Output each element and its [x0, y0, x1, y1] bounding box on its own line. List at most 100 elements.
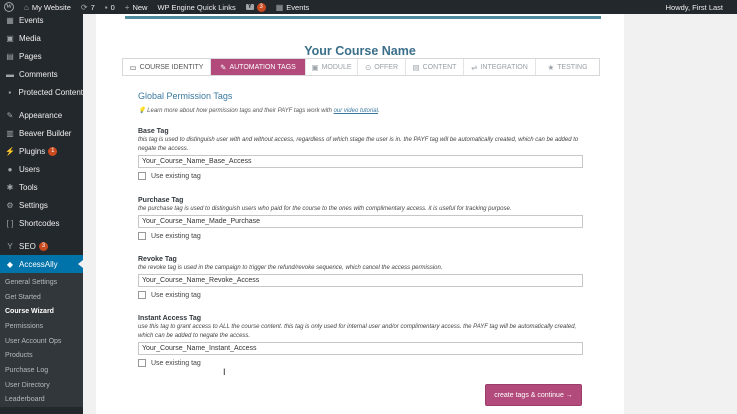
submenu-item-user-directory[interactable]: User Directory: [0, 378, 83, 393]
tab-offer[interactable]: ⊙ OFFER: [358, 59, 406, 75]
use-existing-tag-row: Use existing tag: [138, 291, 583, 299]
yoast-notification-badge: 3: [256, 2, 266, 12]
user-account-menu[interactable]: Howdy, First Last: [666, 3, 723, 12]
content-icon: ▤: [412, 62, 420, 72]
sidebar-item-appearance[interactable]: ✎ Appearance: [0, 106, 83, 124]
field-label: Revoke Tag: [138, 256, 177, 263]
users-icon: ●: [7, 164, 13, 174]
tab-content[interactable]: ▤ CONTENT: [406, 59, 464, 75]
yoast-seo-link[interactable]: Y3: [245, 2, 266, 12]
wpengine-quick-links[interactable]: WP Engine Quick Links: [157, 3, 235, 12]
course-wizard-panel: Your Course Name ▭ COURSE IDENTITY ✎ AUTOM…: [96, 14, 624, 414]
shortcode-icon: [ ]: [6, 218, 14, 228]
instant-access-tag-input[interactable]: Your_Course_Name_Instant_Access: [138, 342, 583, 355]
lock-icon: ▪: [8, 87, 12, 97]
comments-link[interactable]: ▪ 0: [105, 3, 115, 12]
sidebar-item-events[interactable]: ▦ Events: [0, 14, 83, 29]
field-label: Instant Access Tag: [138, 315, 202, 322]
field-description: the revoke tag is used in the campaign t…: [138, 265, 443, 271]
seo-notification-badge: 3: [38, 241, 48, 251]
submenu-item-permissions[interactable]: Permissions: [0, 319, 83, 334]
sidebar-item-tools[interactable]: ✱ Tools: [0, 178, 83, 196]
tab-module[interactable]: ▣ MODULE: [306, 59, 358, 75]
tab-course-identity[interactable]: ▭ COURSE IDENTITY: [123, 59, 211, 75]
submenu-item-get-started[interactable]: Get Started: [0, 290, 83, 305]
comment-icon: ▪: [104, 2, 108, 12]
use-existing-tag-row: Use existing tag: [138, 172, 583, 180]
use-existing-tag-checkbox[interactable]: [138, 291, 146, 299]
calendar-icon: ▦: [6, 15, 14, 25]
admin-sidebar: ▦ Events ▣ Media ▤ Pages ▬ Comments ▪ Protect…: [0, 14, 83, 414]
yoast-icon: Y: [7, 241, 13, 251]
accessally-submenu: General Settings Get Started Course Wiza…: [0, 273, 83, 408]
sidebar-item-comments[interactable]: ▬ Comments: [0, 65, 83, 83]
use-existing-tag-row: Use existing tag: [138, 232, 583, 240]
sidebar-item-accessally[interactable]: ◆ AccessAlly: [0, 255, 83, 273]
accessally-icon: ◆: [6, 259, 14, 269]
sidebar-item-protected-content[interactable]: ▪ Protected Content: [0, 83, 83, 101]
wizard-tabs: ▭ COURSE IDENTITY ✎ AUTOMATION TAGS ▣ MODUL…: [122, 58, 600, 76]
home-icon: ⌂: [24, 2, 29, 12]
field-description: this tag is used to distinguish user wit…: [138, 137, 579, 152]
base-tag-field: Base Tag this tag is used to distinguish…: [138, 128, 583, 180]
revoke-tag-field: Revoke Tag the revoke tag is used in the…: [138, 256, 583, 299]
panel-top-border: [125, 16, 601, 19]
tab-automation-tags[interactable]: ✎ AUTOMATION TAGS: [211, 59, 306, 75]
submenu-item-general-settings[interactable]: General Settings: [0, 275, 83, 290]
sidebar-item-media[interactable]: ▣ Media: [0, 29, 83, 47]
sidebar-item-settings[interactable]: ⚙ Settings: [0, 196, 83, 214]
site-name-link[interactable]: ⌂ My Website: [24, 3, 71, 12]
comments-icon: ▬: [6, 69, 14, 79]
admin-bar: W ⌂ My Website ⟳ 7 ▪ 0 + New WP Engine Quick…: [0, 0, 737, 14]
monitor-icon: ▭: [129, 62, 137, 72]
base-tag-input[interactable]: Your_Course_Name_Base_Access: [138, 155, 583, 168]
submenu-item-products[interactable]: Products: [0, 348, 83, 363]
submenu-item-user-account-ops[interactable]: User Account Ops: [0, 334, 83, 349]
field-label: Purchase Tag: [138, 197, 184, 204]
plugin-icon: ⚡: [5, 146, 15, 156]
tag-icon: ✎: [220, 62, 227, 72]
video-tutorial-link[interactable]: our video tutorial: [334, 108, 378, 114]
layout-icon: ▥: [6, 128, 14, 138]
use-existing-tag-checkbox[interactable]: [138, 359, 146, 367]
settings-icon: ⚙: [6, 200, 14, 210]
events-link[interactable]: ▦ Events: [276, 3, 310, 12]
new-content-link[interactable]: + New: [125, 3, 148, 12]
use-existing-tag-row: Use existing tag: [138, 359, 583, 367]
sidebar-item-beaver-builder[interactable]: ▥ Beaver Builder: [0, 124, 83, 142]
instant-access-tag-field: Instant Access Tag use this tag to grant…: [138, 315, 583, 367]
pages-icon: ▤: [6, 51, 14, 61]
purchase-tag-input[interactable]: Your_Course_Name_Made_Purchase: [138, 215, 583, 228]
submenu-item-course-wizard[interactable]: Course Wizard: [0, 304, 83, 319]
submenu-item-purchase-log[interactable]: Purchase Log: [0, 363, 83, 378]
refresh-icon: ⟳: [80, 2, 88, 12]
page-title: Your Course Name: [304, 44, 416, 58]
media-icon: ▣: [6, 33, 14, 43]
purchase-tag-field: Purchase Tag the purchase tag is used to…: [138, 197, 583, 240]
sidebar-item-shortcodes[interactable]: [ ] Shortcodes: [0, 214, 83, 232]
yoast-icon: Y: [245, 4, 254, 10]
create-tags-continue-button[interactable]: create tags & continue →: [485, 384, 582, 406]
section-title: Global Permission Tags: [138, 91, 233, 101]
sidebar-item-pages[interactable]: ▤ Pages: [0, 47, 83, 65]
wordpress-logo-icon[interactable]: W: [4, 2, 14, 12]
tab-testing[interactable]: ★ TESTING: [536, 59, 599, 75]
submenu-item-leaderboard[interactable]: Leaderboard: [0, 393, 83, 408]
sidebar-item-users[interactable]: ● Users: [0, 160, 83, 178]
lightbulb-icon: 💡: [138, 108, 146, 114]
info-note: 💡 Learn more about how permission tags a…: [138, 108, 380, 114]
field-label: Base Tag: [138, 128, 169, 135]
use-existing-tag-checkbox[interactable]: [138, 232, 146, 240]
revoke-tag-input[interactable]: Your_Course_Name_Revoke_Access: [138, 274, 583, 287]
use-existing-tag-checkbox[interactable]: [138, 172, 146, 180]
plugins-update-badge: 1: [48, 146, 58, 156]
text-cursor-icon: I: [223, 367, 226, 377]
tab-integration[interactable]: ⇌ INTEGRATION: [464, 59, 536, 75]
brush-icon: ✎: [6, 110, 14, 120]
updates-link[interactable]: ⟳ 7: [81, 3, 95, 12]
sidebar-item-seo[interactable]: Y SEO 3: [0, 237, 83, 255]
calendar-icon: ▦: [275, 2, 284, 12]
field-description: use this tag to grant access to ALL the …: [138, 324, 577, 339]
wrench-icon: ✱: [6, 182, 14, 192]
sidebar-item-plugins[interactable]: ⚡ Plugins 1: [0, 142, 83, 160]
